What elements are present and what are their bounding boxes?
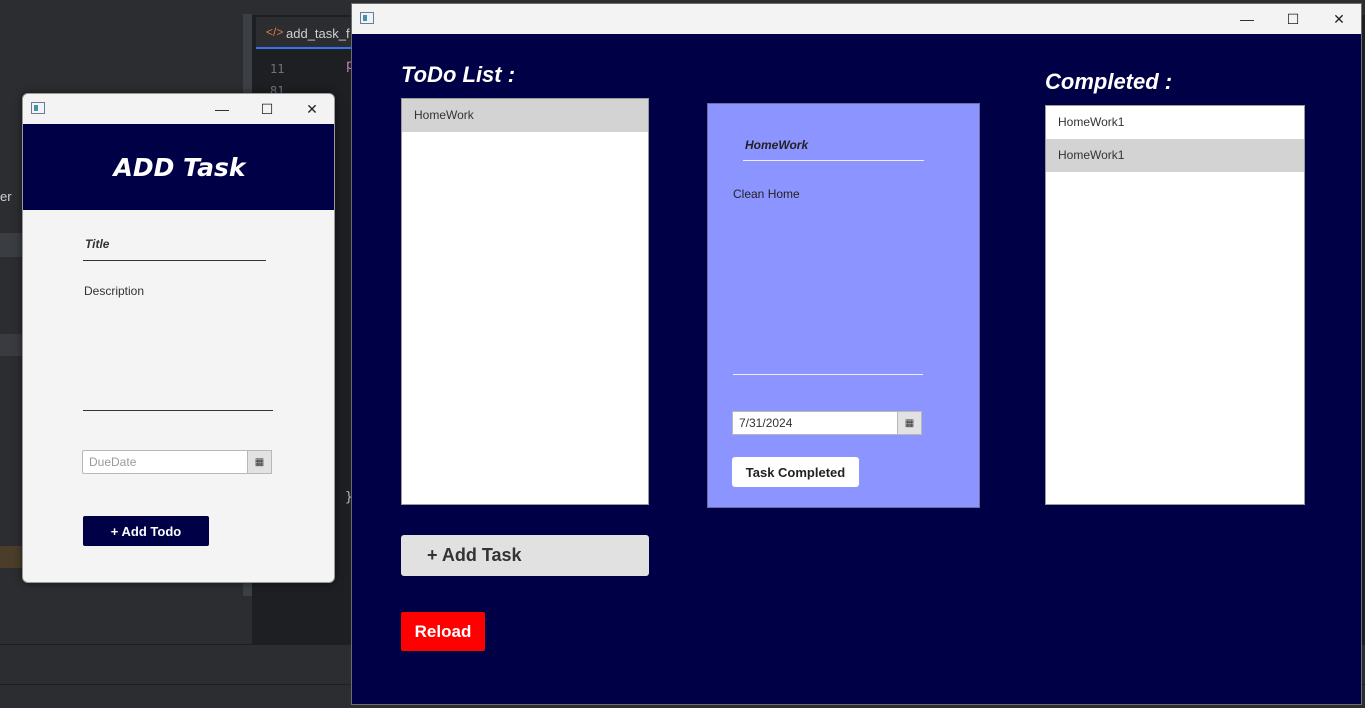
main-titlebar[interactable]: — ☐ ✕ bbox=[352, 4, 1361, 34]
detail-description-field[interactable]: Clean Home bbox=[733, 187, 923, 375]
add-task-window: — ☐ ✕ ADD Task Title Description DueDate… bbox=[22, 93, 335, 583]
completed-heading: Completed : bbox=[1045, 69, 1173, 94]
add-task-titlebar[interactable]: — ☐ ✕ bbox=[23, 94, 334, 124]
minimize-button[interactable]: — bbox=[199, 94, 245, 124]
task-completed-button[interactable]: Task Completed bbox=[732, 457, 859, 487]
due-date-input[interactable]: DueDate bbox=[82, 450, 248, 474]
project-pane-row bbox=[0, 334, 22, 356]
title-input[interactable]: Title bbox=[83, 233, 266, 261]
list-item[interactable]: HomeWork1 bbox=[1046, 139, 1304, 172]
line-number: 11 bbox=[270, 62, 285, 76]
project-pane-row-highlight bbox=[0, 546, 22, 568]
editor-tab-label: add_task_f bbox=[286, 26, 350, 41]
close-button[interactable]: ✕ bbox=[289, 94, 334, 124]
list-item[interactable]: HomeWork bbox=[402, 99, 648, 132]
calendar-icon[interactable]: ▦ bbox=[897, 411, 922, 435]
add-task-button[interactable]: + Add Task bbox=[401, 535, 649, 576]
add-task-heading: ADD Task bbox=[113, 152, 246, 182]
description-input[interactable]: Description bbox=[83, 284, 273, 411]
todo-heading: ToDo List : bbox=[401, 62, 516, 87]
window-app-icon bbox=[360, 12, 374, 24]
add-task-header: ADD Task bbox=[23, 124, 334, 210]
close-button[interactable]: ✕ bbox=[1316, 4, 1361, 34]
maximize-button[interactable]: ☐ bbox=[1270, 4, 1316, 34]
minimize-button[interactable]: — bbox=[1224, 4, 1270, 34]
task-detail-card: HomeWork Clean Home 7/31/2024 ▦ Task Com… bbox=[707, 103, 980, 508]
todo-list[interactable]: HomeWork bbox=[401, 98, 649, 505]
calendar-icon[interactable]: ▦ bbox=[247, 450, 272, 474]
maximize-button[interactable]: ☐ bbox=[244, 94, 290, 124]
add-todo-button[interactable]: + Add Todo bbox=[83, 516, 209, 546]
project-pane-text: er bbox=[0, 189, 12, 204]
detail-date-input[interactable]: 7/31/2024 bbox=[732, 411, 898, 435]
editor-tab[interactable]: </> add_task_f bbox=[256, 17, 352, 49]
todo-main-window: — ☐ ✕ ToDo List : HomeWork HomeWork Clea… bbox=[351, 3, 1362, 705]
completed-list[interactable]: HomeWork1 HomeWork1 bbox=[1045, 105, 1305, 505]
window-app-icon bbox=[31, 102, 45, 114]
detail-title-field[interactable]: HomeWork bbox=[743, 131, 924, 161]
list-item[interactable]: HomeWork1 bbox=[1046, 106, 1304, 139]
reload-button[interactable]: Reload bbox=[401, 612, 485, 651]
project-pane-selection bbox=[0, 233, 22, 257]
html-file-icon: </> bbox=[266, 25, 284, 39]
